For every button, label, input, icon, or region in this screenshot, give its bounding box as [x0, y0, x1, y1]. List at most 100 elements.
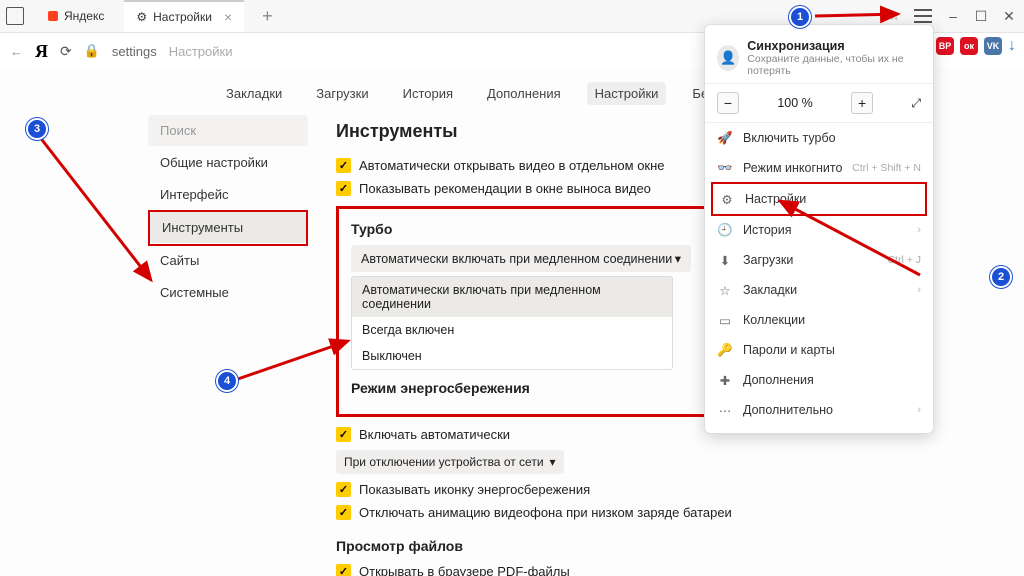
checkbox-icon[interactable]: ✓	[336, 482, 351, 497]
chevron-right-icon: ›	[917, 224, 921, 236]
rocket-icon: 🚀	[717, 130, 733, 146]
chevron-right-icon: ›	[917, 404, 921, 416]
puzzle-icon: ✚	[717, 372, 733, 388]
checkbox-icon[interactable]: ✓	[336, 181, 351, 196]
yandex-logo-icon	[48, 11, 58, 21]
menu-bookmarks[interactable]: ☆Закладки›	[705, 275, 933, 305]
url-path: Настройки	[169, 44, 233, 59]
shortcut-label: Ctrl + Shift + N	[852, 162, 921, 174]
tab-settings[interactable]: ⚙ Настройки ×	[124, 0, 244, 32]
tab-yandex[interactable]: Яндекс	[32, 1, 116, 31]
minimize-button[interactable]: –	[946, 9, 960, 23]
avatar-icon: 👤	[717, 45, 739, 71]
zoom-in-button[interactable]: +	[851, 92, 873, 114]
chevron-right-icon: ›	[917, 284, 921, 296]
menu-downloads[interactable]: ⬇ЗагрузкиCtrl + J	[705, 245, 933, 275]
tab-strip: Яндекс ⚙ Настройки × +	[0, 0, 283, 32]
checkbox-icon[interactable]: ✓	[336, 564, 351, 576]
url-host[interactable]: settings	[112, 44, 157, 59]
menu-label: Режим инкогнито	[743, 161, 842, 175]
maximize-button[interactable]: ☐	[974, 9, 988, 23]
files-heading: Просмотр файлов	[336, 538, 866, 554]
turbo-opt-auto[interactable]: Автоматически включать при медленном сое…	[352, 277, 672, 317]
zoom-out-button[interactable]: −	[717, 92, 739, 114]
ext-badge-2[interactable]: ок	[960, 37, 978, 55]
nav-extensions[interactable]: Дополнения	[479, 82, 569, 105]
annotation-badge-4: 4	[216, 370, 238, 392]
menu-label: Дополнения	[743, 373, 814, 387]
menu-label: Пароли и карты	[743, 343, 835, 357]
close-window-button[interactable]: ✕	[1002, 9, 1016, 23]
checkbox-icon[interactable]: ✓	[336, 505, 351, 520]
sidebar-sites[interactable]: Сайты	[148, 245, 308, 276]
history-icon: 🕘	[717, 222, 733, 238]
menu-extensions[interactable]: ✚ Дополнения	[705, 365, 933, 395]
fullscreen-icon[interactable]: ⤢	[911, 96, 921, 111]
chevron-down-icon: ▾	[675, 251, 681, 266]
turbo-opt-off[interactable]: Выключен	[352, 343, 672, 369]
reload-button[interactable]: ⟳	[60, 43, 72, 60]
annotation-badge-1: 1	[789, 6, 811, 28]
menu-incognito[interactable]: 👓 Режим инкогнито Ctrl + Shift + N	[705, 153, 933, 183]
menu-button[interactable]	[914, 9, 932, 23]
bookmark-star-icon[interactable]: ☆	[888, 8, 900, 24]
ck-energy-anim: Отключать анимацию видеофона при низком …	[359, 505, 732, 520]
menu-collections[interactable]: ▭ Коллекции	[705, 305, 933, 335]
menu-more[interactable]: ⋯ Дополнительно ›	[705, 395, 933, 425]
sidebar-general[interactable]: Общие настройки	[148, 147, 308, 178]
menu-sync[interactable]: 👤 Синхронизация Сохраните данные, чтобы …	[705, 33, 933, 83]
ck-video-window: Автоматически открывать видео в отдельно…	[359, 158, 665, 173]
menu-settings[interactable]: ⚙ Настройки	[719, 189, 919, 209]
downloads-icon[interactable]: ↓	[1008, 37, 1016, 55]
yandex-home-icon[interactable]: Я	[35, 41, 48, 62]
zoom-row: − 100 % + ⤢	[705, 83, 933, 123]
nav-history[interactable]: История	[395, 82, 461, 105]
tab-label: Настройки	[153, 10, 212, 24]
menu-history[interactable]: 🕘История›	[705, 215, 933, 245]
shortcut-label: Ctrl + J	[887, 254, 921, 266]
gear-icon: ⚙	[719, 191, 735, 207]
sidebar-system[interactable]: Системные	[148, 277, 308, 308]
nav-bookmarks[interactable]: Закладки	[218, 82, 290, 105]
checkbox-icon[interactable]: ✓	[336, 427, 351, 442]
checkbox-icon[interactable]: ✓	[336, 158, 351, 173]
menu-passwords[interactable]: 🔑 Пароли и карты	[705, 335, 933, 365]
tab-label: Яндекс	[64, 9, 104, 23]
menu-turbo[interactable]: 🚀Включить турбо	[705, 123, 933, 153]
more-icon: ⋯	[717, 402, 733, 418]
annotation-badge-3: 3	[26, 118, 48, 140]
menu-label: Дополнительно	[743, 403, 833, 417]
lock-icon: 🔒	[84, 43, 100, 59]
sidebar-search[interactable]: Поиск	[148, 115, 308, 146]
highlight-box-menu-settings: ⚙ Настройки	[711, 182, 927, 216]
ext-badge-vk[interactable]: VK	[984, 37, 1002, 55]
turbo-dropdown-list: Автоматически включать при медленном сое…	[351, 276, 673, 370]
dropdown-value: Автоматически включать при медленном сое…	[361, 252, 672, 266]
menu-label: Коллекции	[743, 313, 805, 327]
annotation-badge-2: 2	[990, 266, 1012, 288]
sidebar-interface[interactable]: Интерфейс	[148, 179, 308, 210]
turbo-dropdown[interactable]: Автоматически включать при медленном сое…	[351, 245, 691, 272]
menu-label: Настройки	[745, 192, 806, 206]
collection-icon: ▭	[717, 312, 733, 328]
sync-title: Синхронизация	[747, 39, 921, 53]
dropdown-value: При отключении устройства от сети	[344, 455, 544, 469]
menu-label: Загрузки	[743, 253, 793, 267]
sync-subtitle: Сохраните данные, чтобы их не потерять	[747, 53, 921, 77]
zoom-value: 100 %	[777, 96, 812, 110]
nav-settings[interactable]: Настройки	[587, 82, 667, 105]
sidebar-tools[interactable]: Инструменты	[150, 212, 306, 243]
turbo-opt-always[interactable]: Всегда включен	[352, 317, 672, 343]
back-button[interactable]: ←	[10, 44, 23, 59]
close-tab-icon[interactable]: ×	[224, 9, 232, 25]
sidebar-toggle-icon[interactable]	[6, 7, 24, 25]
new-tab-button[interactable]: +	[252, 6, 283, 27]
key-icon: 🔑	[717, 342, 733, 358]
ck-energy-icon: Показывать иконку энергосбережения	[359, 482, 590, 497]
nav-downloads[interactable]: Загрузки	[308, 82, 376, 105]
energy-dropdown[interactable]: При отключении устройства от сети▾	[336, 450, 564, 474]
highlight-box-sidebar: Инструменты	[148, 210, 308, 246]
ext-badge-1[interactable]: ВР	[936, 37, 954, 55]
incognito-icon: 👓	[717, 160, 733, 176]
main-menu-panel: 👤 Синхронизация Сохраните данные, чтобы …	[704, 24, 934, 434]
